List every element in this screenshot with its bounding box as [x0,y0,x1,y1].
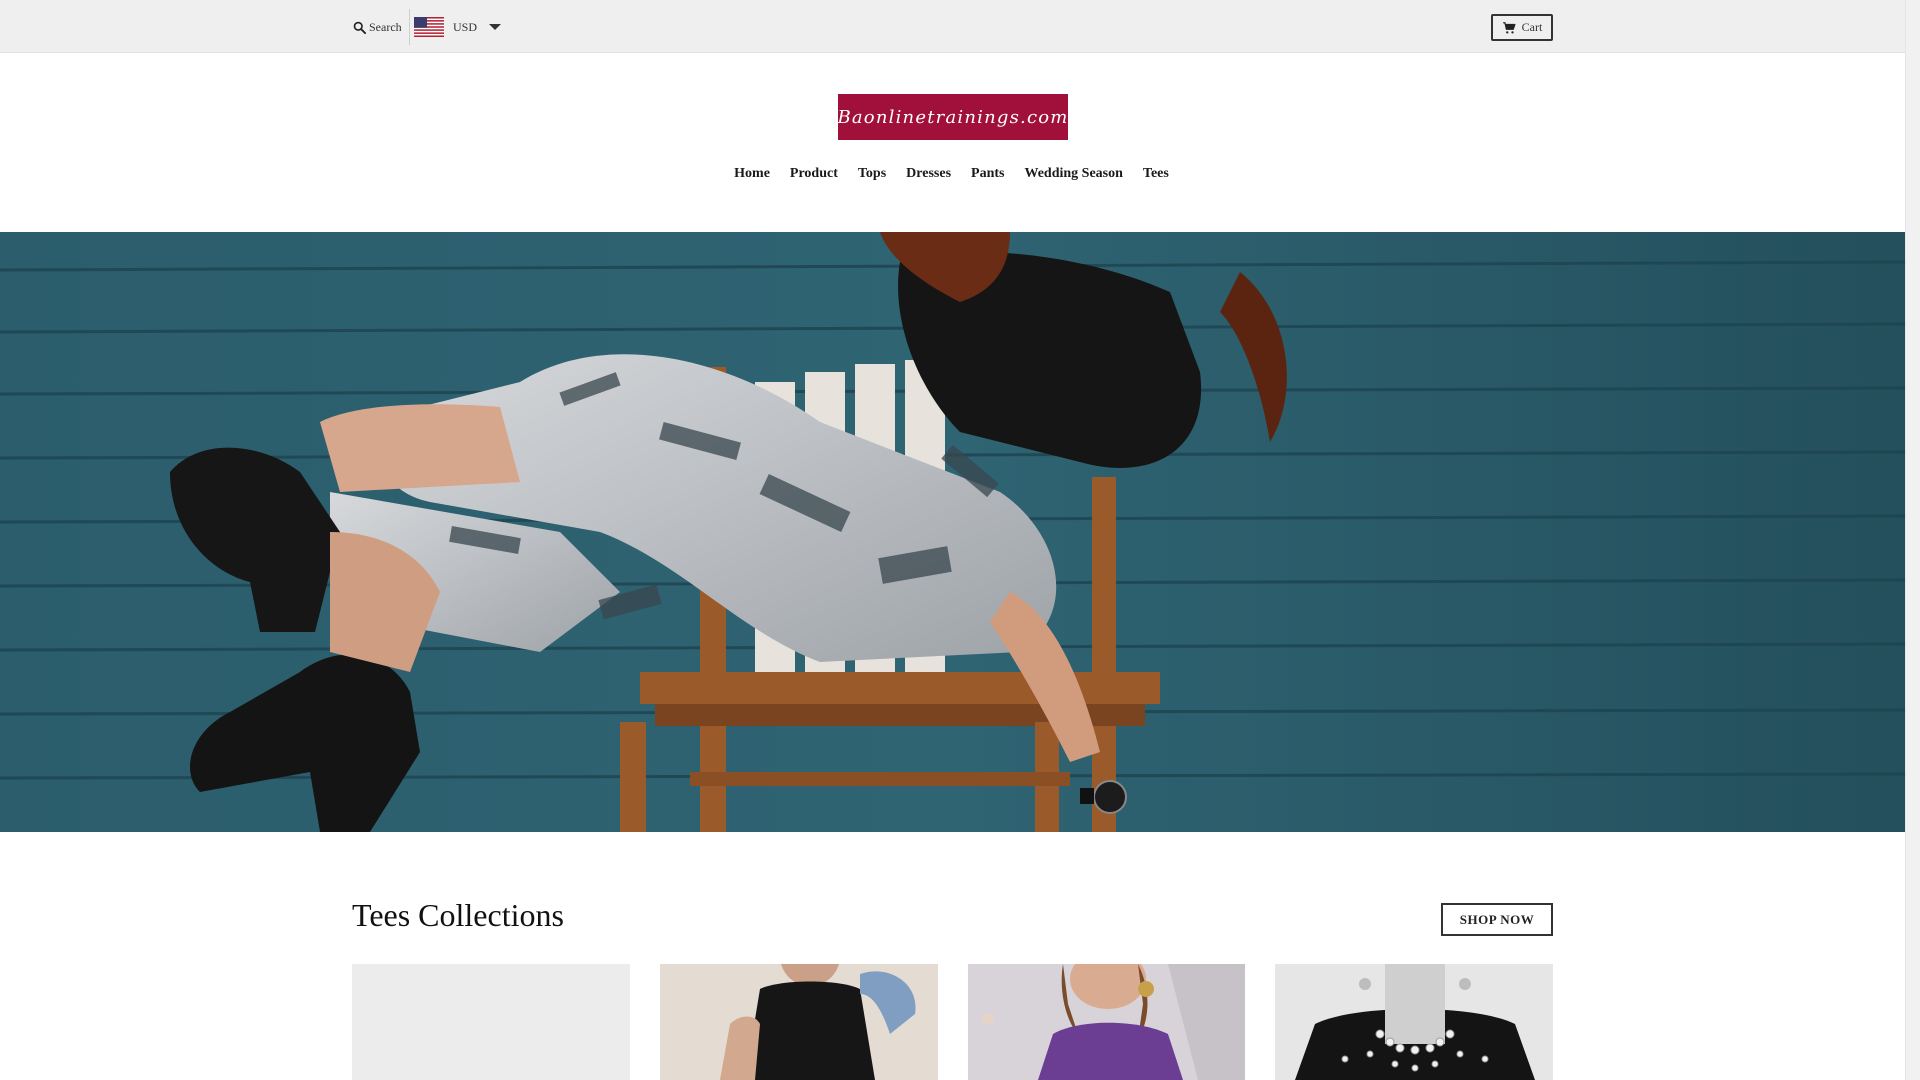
nav-item-product[interactable]: Product [790,163,838,185]
page-scrollbar[interactable] [1905,0,1920,1080]
logo-text: Baonlinetrainings.com [837,106,1069,128]
hero-banner-image [0,232,1905,832]
shop-now-button[interactable]: SHOP NOW [1441,903,1553,936]
nav-item-tees[interactable]: Tees [1143,163,1169,185]
product-image-placeholder [352,964,630,1080]
currency-selector[interactable]: USD [414,15,502,39]
product-card[interactable] [1275,964,1553,1080]
nav-item-tops[interactable]: Tops [858,163,886,185]
cart-button[interactable]: Cart [1491,14,1553,41]
top-utility-bar: Search USD Cart [0,0,1905,53]
topbar-divider [409,9,410,45]
product-card[interactable] [967,964,1246,1080]
chevron-down-icon [489,24,502,30]
nav-item-dresses[interactable]: Dresses [906,163,951,185]
search-button[interactable]: Search [352,16,402,38]
product-card[interactable] [659,964,938,1080]
cart-label: Cart [1521,20,1543,34]
main-navigation: Home Product Tops Dresses Pants Wedding … [0,163,1905,185]
cart-icon [1502,21,1516,34]
product-image [967,964,1246,1080]
product-image [1275,964,1553,1080]
search-icon [353,21,367,34]
nav-item-wedding-season[interactable]: Wedding Season [1024,163,1122,185]
nav-item-home[interactable]: Home [734,163,770,185]
currency-code: USD [453,19,478,34]
hero-illustration [0,232,1905,832]
search-label: Search [369,19,402,34]
store-logo[interactable]: Baonlinetrainings.com [837,94,1069,140]
us-flag-icon [414,17,444,37]
product-card[interactable] [352,964,630,1080]
collection-title: Tees Collections [352,897,564,933]
nav-item-pants[interactable]: Pants [971,163,1004,185]
collection-product-grid [352,964,1553,1080]
product-image [659,964,938,1080]
